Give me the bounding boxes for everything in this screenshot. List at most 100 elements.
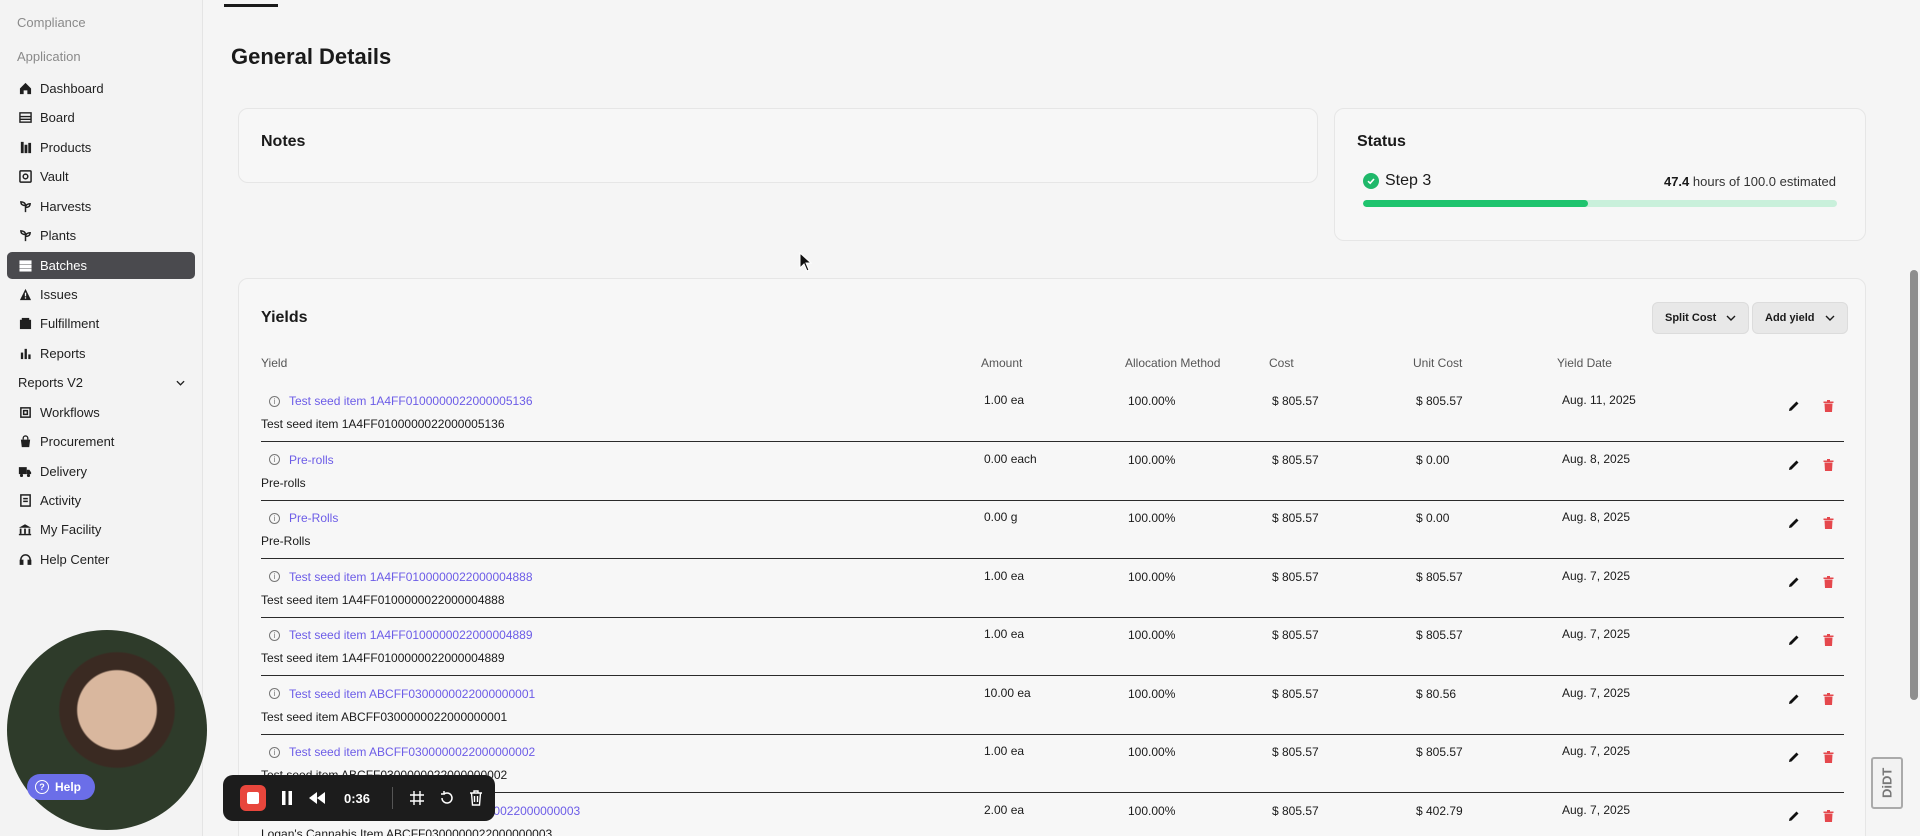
sidebar-item-workflows[interactable]: Workflows: [7, 399, 195, 426]
restart-icon[interactable]: [439, 790, 455, 806]
yield-link[interactable]: i Test seed item ABCFF0300000022000000001: [269, 687, 535, 701]
delete-trash-icon[interactable]: [1820, 574, 1836, 590]
column-header-yield[interactable]: Yield: [261, 356, 287, 370]
edit-pencil-icon[interactable]: [1786, 691, 1802, 707]
sidebar-item-issues[interactable]: Issues: [7, 281, 195, 308]
delete-trash-icon[interactable]: [1820, 632, 1836, 648]
sidebar-item-my-facility[interactable]: My Facility: [7, 516, 195, 543]
sidebar-item-products[interactable]: Products: [7, 134, 195, 161]
table-row: i Test seed item ABCFF0300000022000000002…: [261, 735, 1844, 793]
yield-item-name: Test seed item 1A4FF0100000022000004889: [261, 651, 505, 665]
status-progress-fill: [1363, 200, 1588, 207]
sidebar-item-fulfillment[interactable]: Fulfillment: [7, 310, 195, 337]
status-hours: 47.4 hours of 100.0 estimated: [1664, 174, 1836, 189]
edit-pencil-icon[interactable]: [1786, 574, 1802, 590]
amount-cell: 1.00 ea: [984, 627, 1025, 641]
sidebar-section-compliance[interactable]: Compliance: [17, 15, 86, 30]
rewind-icon[interactable]: [308, 791, 326, 805]
allocation-cell: 100.00%: [1128, 686, 1176, 701]
scrollbar[interactable]: [1910, 270, 1918, 700]
info-icon[interactable]: i: [269, 571, 280, 582]
delete-trash-icon[interactable]: [1820, 457, 1836, 473]
column-header-unit-cost[interactable]: Unit Cost: [1413, 356, 1462, 370]
sidebar-item-reports[interactable]: Reports: [7, 340, 195, 367]
info-icon[interactable]: i: [269, 629, 280, 641]
batches-icon: [18, 259, 32, 273]
info-icon[interactable]: i: [269, 395, 280, 407]
notes-title: Notes: [261, 133, 306, 150]
edit-pencil-icon[interactable]: [1786, 632, 1802, 648]
question-icon: ?: [35, 780, 49, 794]
sidebar-item-delivery[interactable]: Delivery: [7, 458, 195, 485]
sidebar-item-plants[interactable]: Plants: [7, 222, 195, 249]
info-icon[interactable]: i: [269, 688, 280, 699]
chevron-down-icon: [1825, 312, 1835, 324]
split-cost-label: Split Cost: [1665, 312, 1717, 324]
column-header-allocation-method[interactable]: Allocation Method: [1125, 356, 1220, 370]
warning-icon: [18, 288, 32, 302]
info-icon[interactable]: i: [269, 746, 280, 758]
add-yield-dropdown[interactable]: Add yield: [1752, 302, 1848, 334]
column-header-yield-date[interactable]: Yield Date: [1557, 356, 1612, 370]
home-icon: [18, 82, 32, 96]
amount-cell: 0.00 each: [984, 451, 1037, 466]
sidebar-item-harvests[interactable]: Harvests: [7, 193, 195, 220]
yield-link[interactable]: i Test seed item 1A4FF0100000022000004888: [269, 570, 533, 584]
split-cost-dropdown[interactable]: Split Cost: [1652, 302, 1750, 334]
yield-date-cell: Aug. 7, 2025: [1562, 685, 1631, 700]
sidebar-item-activity[interactable]: Activity: [7, 487, 195, 514]
plants-icon: [18, 229, 32, 243]
watermark-logo: DiDT: [1871, 757, 1903, 809]
yield-date-cell: Aug. 11, 2025: [1562, 393, 1636, 407]
allocation-cell: 100.00%: [1128, 569, 1176, 584]
sidebar-item-label: Help Center: [40, 552, 110, 567]
delete-trash-icon[interactable]: [1820, 515, 1836, 531]
unit-cost-cell: $ 0.00: [1416, 452, 1450, 467]
info-icon[interactable]: i: [269, 454, 280, 465]
table-row: i Pre-Rolls Pre-Rolls 0.00 g 100.00% $ 805.57…: [261, 501, 1844, 559]
unit-cost-cell: $ 402.79: [1416, 803, 1463, 818]
pause-icon[interactable]: [280, 790, 294, 806]
sidebar-item-board[interactable]: Board: [7, 104, 195, 131]
edit-pencil-icon[interactable]: [1786, 515, 1802, 531]
yield-link[interactable]: i Test seed item ABCFF0300000022000000002: [269, 745, 535, 759]
yield-item-name: Test seed item 1A4FF0100000022000005136: [261, 417, 505, 431]
cost-cell: $ 805.57: [1272, 452, 1319, 467]
trash-icon[interactable]: [469, 790, 483, 806]
info-icon[interactable]: i: [269, 512, 280, 524]
stop-recording-button[interactable]: [240, 785, 266, 811]
sidebar-item-label: Products: [40, 140, 92, 155]
sidebar-item-reports-v2[interactable]: Reports V2: [7, 369, 195, 396]
sidebar-item-procurement[interactable]: Procurement: [7, 428, 195, 455]
sidebar-item-dashboard[interactable]: Dashboard: [7, 75, 195, 102]
delete-trash-icon[interactable]: [1820, 749, 1836, 765]
help-button[interactable]: ? Help: [27, 774, 96, 800]
delete-trash-icon[interactable]: [1820, 691, 1836, 707]
edit-pencil-icon[interactable]: [1786, 457, 1802, 473]
edit-pencil-icon[interactable]: [1786, 398, 1802, 414]
yield-link-label: Pre-Rolls: [289, 511, 339, 525]
yield-link[interactable]: i Pre-rolls: [269, 453, 334, 467]
yield-link[interactable]: i Pre-Rolls: [269, 511, 338, 525]
unit-cost-cell: $ 805.57: [1416, 394, 1463, 408]
sidebar-item-label: Issues: [40, 287, 78, 302]
edit-pencil-icon[interactable]: [1786, 749, 1802, 765]
delete-trash-icon[interactable]: [1820, 398, 1836, 414]
sidebar-item-label: Reports: [40, 346, 86, 361]
status-hours-text: hours of 100.0 estimated: [1692, 174, 1836, 189]
column-header-amount[interactable]: Amount: [981, 356, 1022, 370]
sidebar-item-batches[interactable]: Batches: [7, 252, 195, 279]
add-yield-label: Add yield: [1765, 312, 1815, 324]
edit-pencil-icon[interactable]: [1786, 808, 1802, 824]
chevron-down-icon: [176, 377, 185, 389]
unit-cost-cell: $ 805.57: [1416, 745, 1463, 759]
status-hours-done: 47.4: [1663, 174, 1690, 189]
sidebar-item-vault[interactable]: Vault: [7, 163, 195, 190]
sidebar-item-help-center[interactable]: Help Center: [7, 546, 195, 573]
yield-link[interactable]: i Test seed item 1A4FF0100000022000004889: [269, 628, 533, 642]
delete-trash-icon[interactable]: [1820, 808, 1836, 824]
column-header-cost[interactable]: Cost: [1269, 356, 1294, 370]
grid-icon[interactable]: [409, 790, 425, 806]
yield-link[interactable]: i Test seed item 1A4FF0100000022000005136: [269, 394, 533, 408]
amount-cell: 2.00 ea: [984, 802, 1025, 817]
